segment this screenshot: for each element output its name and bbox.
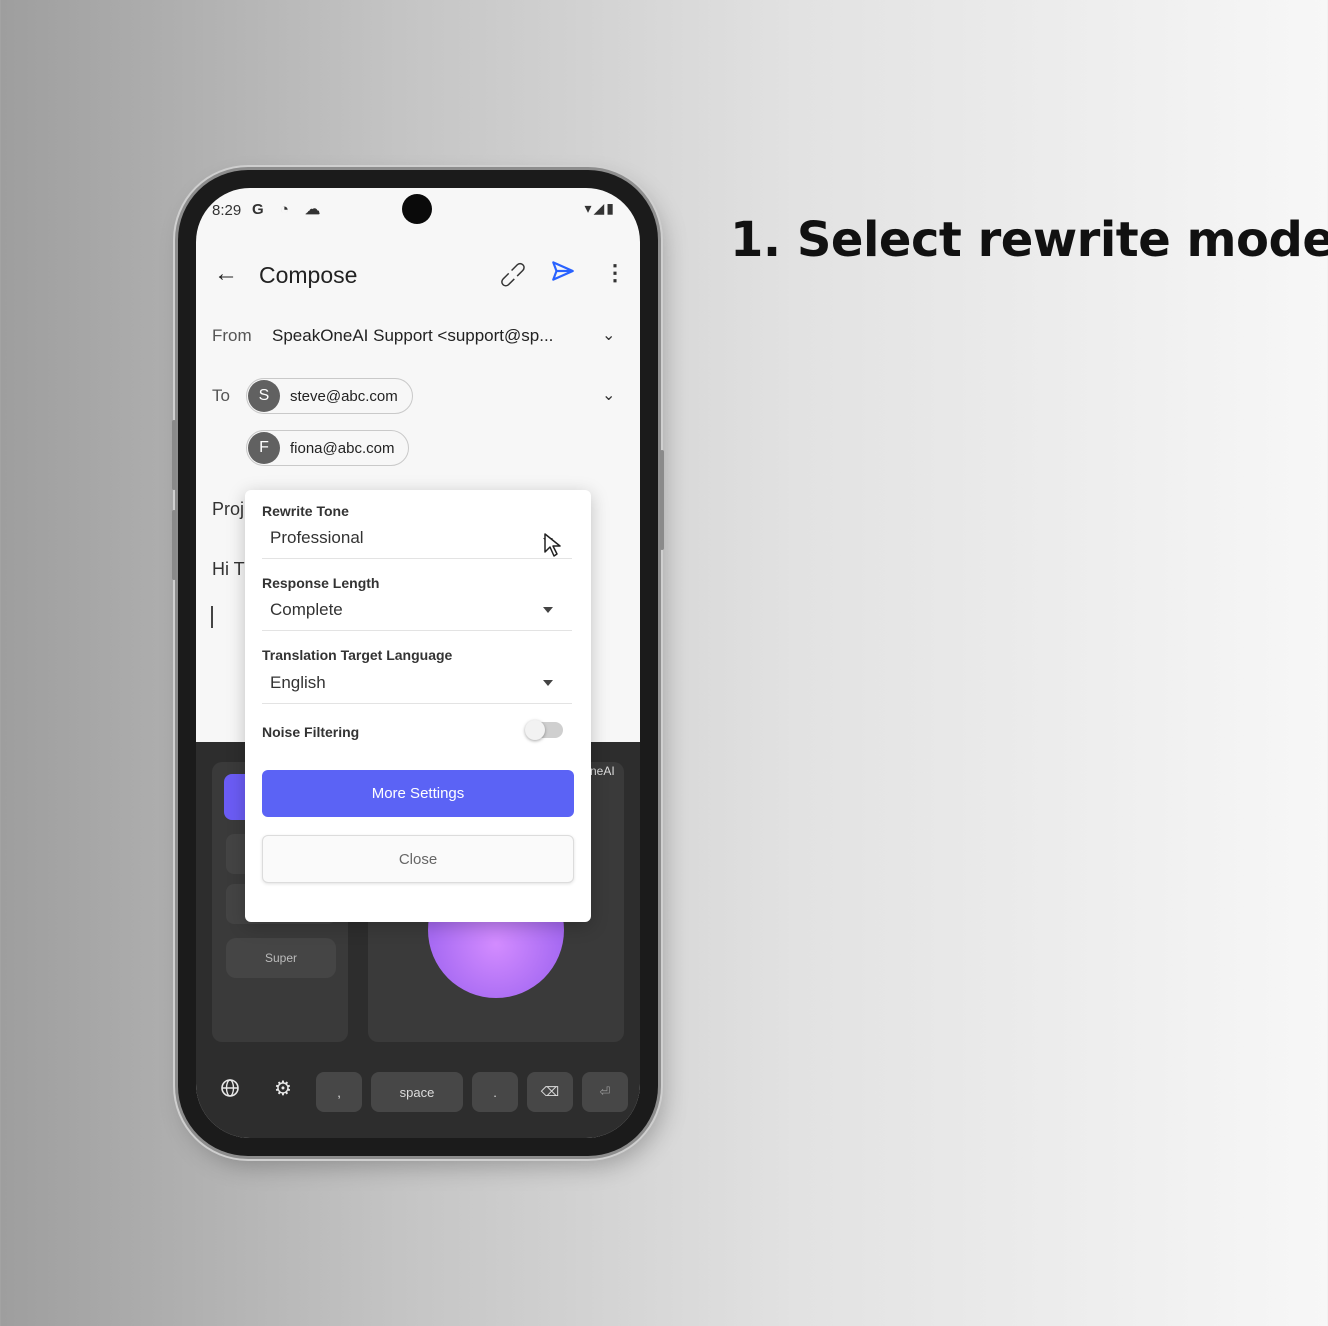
divider: [262, 558, 572, 559]
rewrite-tone-select[interactable]: Professional: [270, 528, 364, 548]
app-bar: ← Compose ⊂⊃ ⋮: [196, 250, 640, 306]
from-field[interactable]: SpeakOneAI Support <support@sp...: [272, 326, 553, 346]
enter-key[interactable]: ⏎: [582, 1072, 628, 1112]
mouse-pointer-icon: [544, 533, 561, 557]
period-key[interactable]: .: [472, 1072, 518, 1112]
headline: 1. Select rewrite mode: [730, 212, 1328, 268]
translation-language-select[interactable]: English: [270, 673, 326, 693]
response-length-dropdown-icon[interactable]: [543, 607, 553, 613]
side-button: [172, 510, 176, 580]
response-length-select[interactable]: Complete: [270, 600, 343, 620]
recipient-chip[interactable]: S steve@abc.com: [246, 378, 413, 414]
subject-field[interactable]: Proj: [212, 499, 244, 520]
to-chevron-down-icon[interactable]: ⌄: [602, 385, 615, 405]
body-field[interactable]: Hi T: [212, 559, 245, 580]
phone-frame: 8:29 G ◔ ☁ ▾◢▮ ← Compose ⊂⊃ ⋮ From Speak…: [172, 170, 664, 1156]
close-button[interactable]: Close: [262, 835, 574, 883]
avatar: F: [248, 432, 280, 464]
divider: [262, 630, 572, 631]
space-key[interactable]: space: [371, 1072, 463, 1112]
from-label: From: [212, 326, 252, 345]
attachment-icon[interactable]: ⊂⊃: [492, 254, 533, 295]
recipient-email: steve@abc.com: [290, 387, 398, 405]
to-label: To: [212, 386, 230, 405]
back-arrow-icon[interactable]: ←: [214, 260, 238, 288]
toggle-knob: [525, 720, 545, 740]
brand-label: neAI: [590, 764, 615, 778]
super-button[interactable]: Super: [226, 938, 336, 978]
translation-language-dropdown-icon[interactable]: [543, 680, 553, 686]
phone-screen: 8:29 G ◔ ☁ ▾◢▮ ← Compose ⊂⊃ ⋮ From Speak…: [196, 188, 640, 1138]
camera-cutout: [402, 194, 432, 224]
avatar: S: [248, 380, 280, 412]
page-title: Compose: [259, 262, 358, 288]
side-button: [172, 420, 176, 490]
divider: [262, 703, 572, 704]
translation-language-label: Translation Target Language: [262, 647, 453, 663]
from-chevron-down-icon[interactable]: ⌄: [602, 325, 615, 345]
gear-icon[interactable]: ⚙: [274, 1076, 292, 1101]
power-button: [660, 450, 664, 550]
globe-icon[interactable]: [220, 1078, 240, 1104]
notification-icons: G ◔ ☁: [252, 201, 327, 218]
status-time: 8:29: [212, 202, 242, 219]
more-settings-button[interactable]: More Settings: [262, 770, 574, 817]
send-icon[interactable]: [550, 258, 576, 291]
noise-filtering-toggle[interactable]: [525, 720, 563, 740]
recipient-email: fiona@abc.com: [290, 439, 395, 457]
comma-key[interactable]: ,: [316, 1072, 362, 1112]
response-length-label: Response Length: [262, 575, 380, 591]
rewrite-settings-popup: Rewrite Tone Professional Response Lengt…: [245, 490, 591, 922]
noise-filtering-label: Noise Filtering: [262, 724, 360, 740]
signal-battery-icons: ▾◢▮: [584, 200, 616, 216]
backspace-key[interactable]: ⌫: [527, 1072, 573, 1112]
recipient-chip[interactable]: F fiona@abc.com: [246, 430, 410, 466]
text-cursor: [211, 606, 213, 628]
more-options-icon[interactable]: ⋮: [604, 260, 626, 286]
rewrite-tone-label: Rewrite Tone: [262, 503, 349, 519]
